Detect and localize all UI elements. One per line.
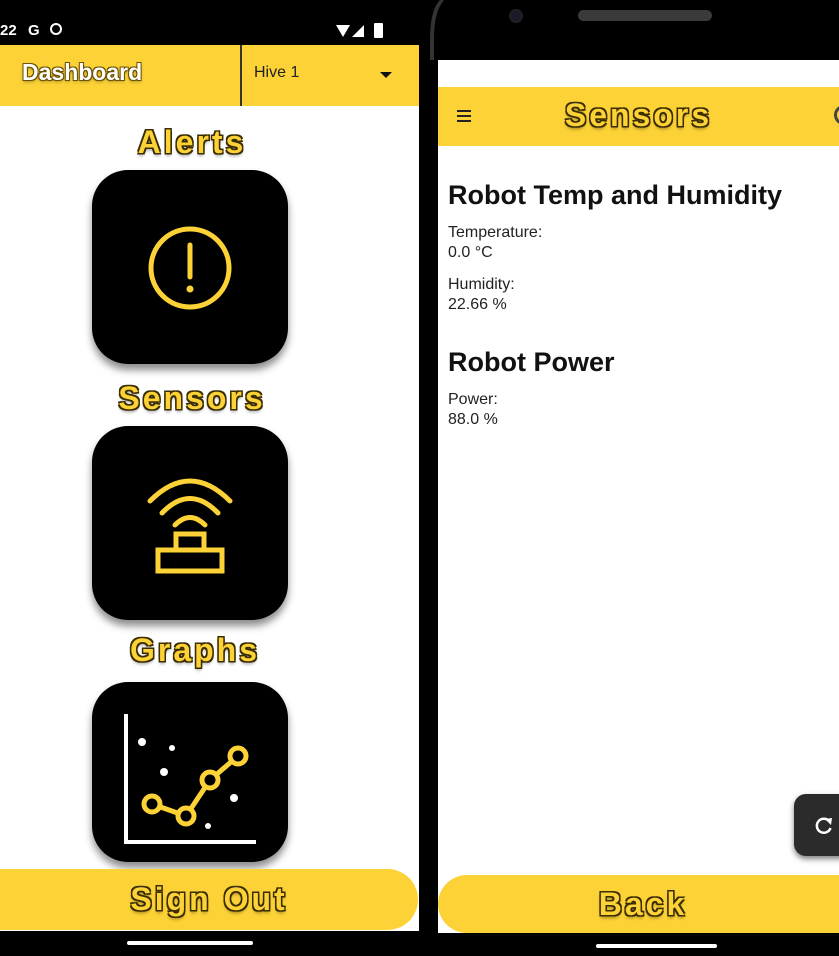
humidity-label: Humidity: [448,276,515,293]
graphs-label: Graphs [129,632,261,668]
left-phone: 22 G Dashboard Hive 1 Alerts Sensors Gra… [0,0,428,956]
dashboard-app-bar: Dashboard Hive 1 [0,45,419,106]
page-title: Sensors [564,97,713,133]
group-heading: Robot Temp and Humidity [448,180,782,210]
scatter-chart-icon [124,714,256,844]
refresh-button[interactable] [794,794,839,856]
divider [240,45,242,106]
device-bezel [430,0,712,60]
sensor-content: Robot Temp and Humidity Temperature: 0.0… [448,180,828,442]
sensors-app-bar: Sensors [438,87,839,146]
google-icon: G [28,22,40,39]
temperature-value: 0.0 °C [448,244,493,261]
home-indicator[interactable] [127,941,253,945]
status-time: 3:21 [456,66,487,83]
alerts-label: Alerts [137,124,247,160]
sensors-tile-button[interactable] [92,426,288,620]
sensor-group: Robot Temp and Humidity Temperature: 0.0… [448,180,828,315]
wifi-signal-battery-icon [336,23,383,38]
google-icon: G [500,66,512,83]
sign-out-button[interactable]: Sign Out [0,869,418,930]
power-label: Power: [448,391,498,408]
status-bar: 3:21 G [456,66,537,83]
data-saver-icon [524,68,537,80]
graphs-tile-button[interactable] [92,682,288,862]
alert-circle-icon [148,226,232,310]
power-value: 88.0 % [448,411,498,428]
data-saver-icon [50,23,62,35]
hive-select[interactable]: Hive 1 [254,64,299,82]
wireless-sensor-icon [147,478,233,574]
status-bar: 22 G [0,15,428,45]
refresh-icon [815,817,832,834]
group-heading: Robot Power [448,347,615,377]
alerts-tile-button[interactable] [92,170,288,364]
sensors-label: Sensors [118,380,266,416]
home-indicator[interactable] [596,944,717,948]
humidity-value: 22.66 % [448,296,507,313]
back-label: Back [598,886,688,922]
back-button[interactable]: Back [438,875,839,933]
status-time: 22 [0,22,17,39]
temperature-label: Temperature: [448,224,543,241]
page-title: Dashboard [22,59,143,85]
wifi-signal-battery-icon [796,70,839,85]
right-phone: 3:21 G Sensors Robot Temp and Humidity T… [430,0,839,956]
chevron-down-icon[interactable] [380,72,392,78]
sign-out-label: Sign Out [130,881,288,917]
sensor-group: Robot Power Power: 88.0 % [448,347,828,430]
